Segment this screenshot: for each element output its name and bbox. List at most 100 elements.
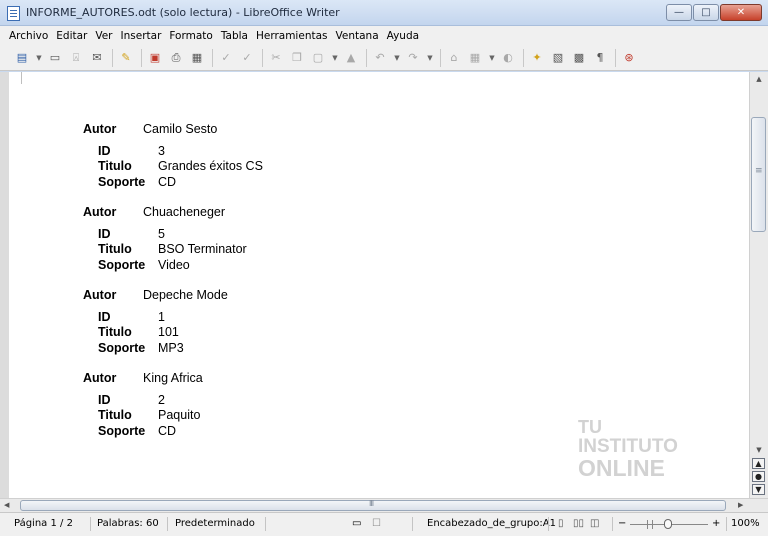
soporte-label: Soporte <box>98 341 146 355</box>
autor-value: Camilo Sesto <box>143 122 218 136</box>
id-label: ID <box>98 310 111 324</box>
vertical-scrollbar[interactable]: ▲ ▼ ▲ ● ▼ <box>749 72 768 498</box>
toolbar-separator <box>212 48 213 67</box>
undo-icon[interactable]: ↶ <box>372 50 388 66</box>
redo-dropdown-arrow-icon[interactable]: ▼ <box>426 50 434 66</box>
zoom-slider-handle[interactable] <box>664 519 672 529</box>
multi-page-view-icon[interactable]: ▯▯ <box>573 518 584 529</box>
open-icon[interactable]: ▭ <box>47 50 63 66</box>
section-name: Encabezado_de_grupo:A1 <box>427 518 556 529</box>
zoom-out-button[interactable]: − <box>618 518 626 529</box>
tu-instituto-online-watermark: TU INSTITUTO ONLINE <box>578 418 678 480</box>
navigator-icon[interactable]: ✦ <box>529 50 545 66</box>
autocheck-icon[interactable]: ✓ <box>239 50 255 66</box>
edit-document-icon[interactable]: ✎ <box>118 50 134 66</box>
clone-format-icon[interactable]: ▲ <box>343 50 359 66</box>
page-indicator[interactable]: Página 1 / 2 <box>14 518 73 529</box>
status-separator <box>612 517 613 531</box>
id-label: ID <box>98 393 111 407</box>
table-dropdown-arrow-icon[interactable]: ▼ <box>488 50 496 66</box>
insert-mode-icon[interactable]: ▭ <box>352 518 361 529</box>
scroll-up-arrow-icon[interactable]: ▲ <box>750 72 768 86</box>
hyperlink-icon[interactable]: ⌂ <box>446 50 462 66</box>
menu-formato[interactable]: Formato <box>169 30 212 42</box>
status-separator <box>548 517 549 531</box>
paste-dropdown-arrow-icon[interactable]: ▼ <box>331 50 339 66</box>
spellcheck-icon[interactable]: ✓ <box>218 50 234 66</box>
id-value: 2 <box>158 393 165 407</box>
undo-dropdown-arrow-icon[interactable]: ▼ <box>393 50 401 66</box>
page-style[interactable]: Predeterminado <box>175 518 255 529</box>
status-bar: Página 1 / 2 Palabras: 60 Predeterminado… <box>0 512 768 536</box>
formatting-marks-icon[interactable]: ¶ <box>592 50 608 66</box>
print-icon[interactable]: ⎙ <box>168 50 184 66</box>
writer-document-icon <box>7 6 20 21</box>
menu-ver[interactable]: Ver <box>95 30 112 42</box>
zoom-slider-tick <box>647 520 648 529</box>
titulo-value: Grandes éxitos CS <box>158 159 263 173</box>
navigation-icon[interactable]: ● <box>752 471 765 482</box>
toolbar-separator <box>440 48 441 67</box>
autor-value: King Africa <box>143 371 203 385</box>
word-count[interactable]: Palabras: 60 <box>97 518 159 529</box>
gallery-icon[interactable]: ▧ <box>550 50 566 66</box>
help-icon[interactable]: ⊛ <box>621 50 637 66</box>
id-value: 3 <box>158 144 165 158</box>
document-signature-icon[interactable]: ☐ <box>372 518 381 529</box>
menu-herramientas[interactable]: Herramientas <box>256 30 328 42</box>
horizontal-scrollbar[interactable]: ◀ ▶ <box>0 498 768 512</box>
horizontal-scroll-thumb[interactable] <box>20 499 726 511</box>
zoom-slider-tick <box>652 520 653 529</box>
status-separator <box>265 517 266 531</box>
zoom-in-button[interactable]: + <box>712 518 720 529</box>
paste-icon[interactable]: ▢ <box>310 50 326 66</box>
titulo-label: Titulo <box>98 242 132 256</box>
previous-page-icon[interactable]: ▲ <box>752 458 765 469</box>
minimize-button[interactable]: — <box>666 4 692 21</box>
menu-bar: Archivo Editar Ver Insertar Formato Tabl… <box>0 26 768 45</box>
soporte-value: CD <box>158 424 177 438</box>
single-page-view-icon[interactable]: ▯ <box>558 518 564 529</box>
menu-insertar[interactable]: Insertar <box>121 30 162 42</box>
window-title: INFORME_AUTORES.odt (solo lectura) - Lib… <box>26 6 340 19</box>
table-icon[interactable]: ▦ <box>467 50 483 66</box>
book-view-icon[interactable]: ◫ <box>590 518 599 529</box>
titulo-label: Titulo <box>98 408 132 422</box>
show-draw-functions-icon[interactable]: ◐ <box>500 50 516 66</box>
titulo-value: BSO Terminator <box>158 242 247 256</box>
autor-value: Depeche Mode <box>143 288 228 302</box>
close-button[interactable]: ✕ <box>720 4 762 21</box>
soporte-label: Soporte <box>98 258 146 272</box>
status-separator <box>412 517 413 531</box>
autor-label: Autor <box>83 122 117 136</box>
menu-ayuda[interactable]: Ayuda <box>387 30 419 42</box>
new-document-icon[interactable]: ▤ <box>14 50 30 66</box>
id-value: 5 <box>158 227 165 241</box>
standard-toolbar: ▤ ▼ ▭ ⍓ ✉ ✎ ▣ ⎙ ▦ ✓ ✓ ✂ ❐ ▢ ▼ ▲ ↶ ▼ ↷ ▼ … <box>0 45 768 71</box>
status-separator <box>726 517 727 531</box>
next-page-icon[interactable]: ▼ <box>752 484 765 495</box>
vertical-scroll-thumb[interactable] <box>751 117 766 232</box>
menu-ventana[interactable]: Ventana <box>336 30 379 42</box>
new-dropdown-arrow-icon[interactable]: ▼ <box>35 50 43 66</box>
save-icon[interactable]: ⍓ <box>68 50 84 66</box>
status-separator <box>167 517 168 531</box>
restore-button[interactable]: □ <box>693 4 719 21</box>
zoom-level[interactable]: 100% <box>731 518 760 529</box>
menu-archivo[interactable]: Archivo <box>9 30 48 42</box>
menu-editar[interactable]: Editar <box>56 30 87 42</box>
email-icon[interactable]: ✉ <box>89 50 105 66</box>
print-preview-icon[interactable]: ▦ <box>189 50 205 66</box>
menu-tabla[interactable]: Tabla <box>221 30 248 42</box>
redo-icon[interactable]: ↷ <box>405 50 421 66</box>
soporte-value: Video <box>158 258 190 272</box>
scroll-right-arrow-icon[interactable]: ▶ <box>738 499 743 512</box>
data-sources-icon[interactable]: ▩ <box>571 50 587 66</box>
scroll-left-arrow-icon[interactable]: ◀ <box>4 499 9 512</box>
titulo-label: Titulo <box>98 159 132 173</box>
scroll-down-arrow-icon[interactable]: ▼ <box>750 444 768 456</box>
toolbar-separator <box>112 48 113 67</box>
copy-icon[interactable]: ❐ <box>289 50 305 66</box>
export-pdf-icon[interactable]: ▣ <box>147 50 163 66</box>
cut-icon[interactable]: ✂ <box>268 50 284 66</box>
